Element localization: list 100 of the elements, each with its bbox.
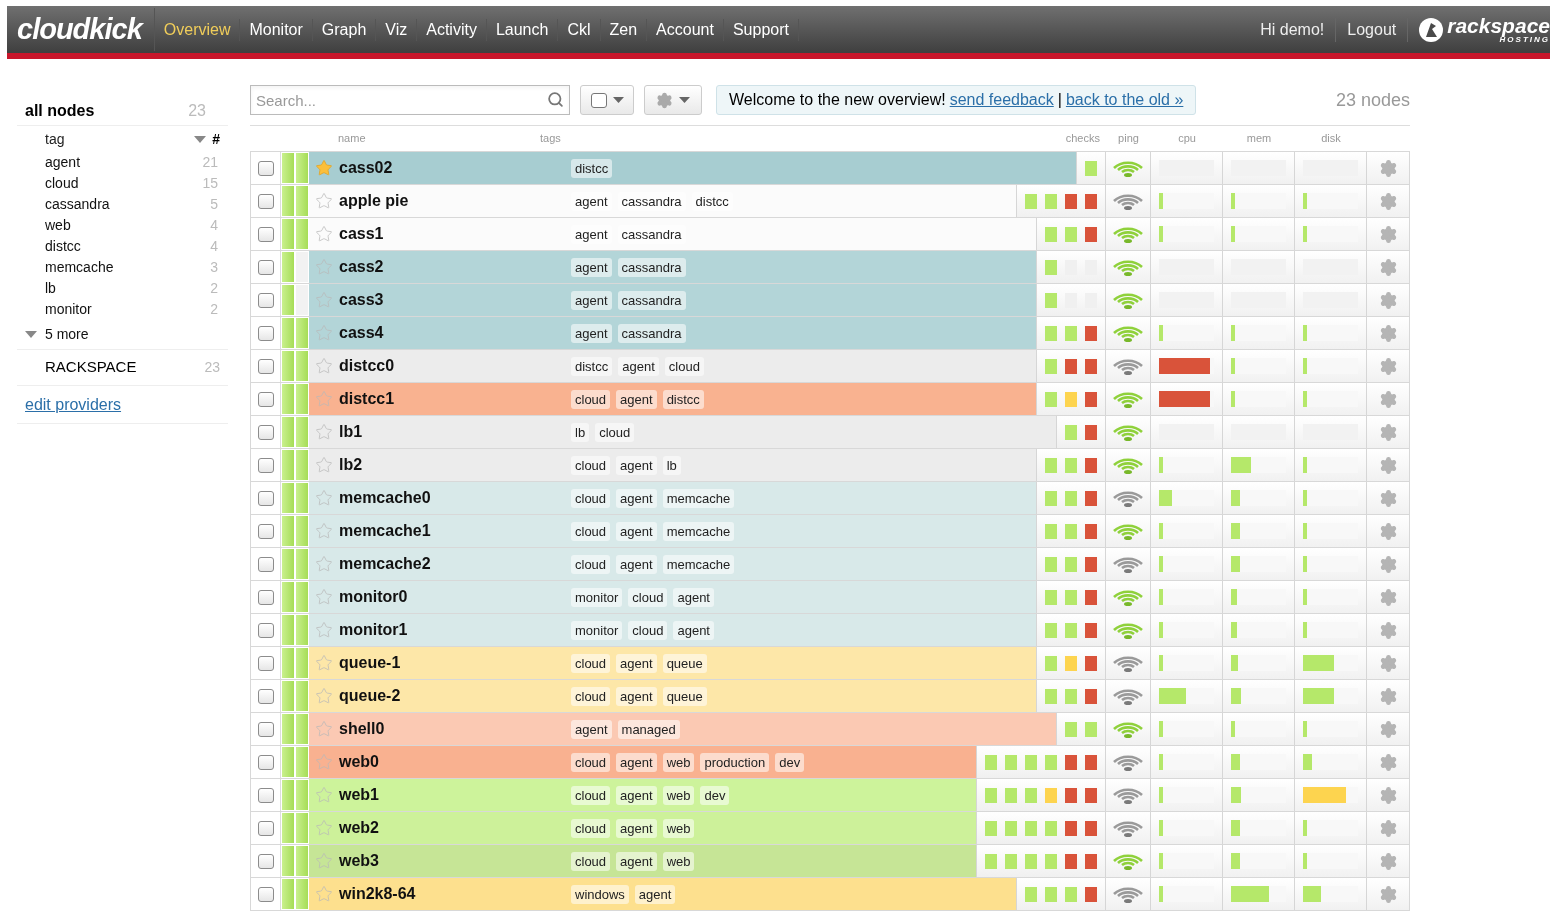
tag-chip[interactable]: windows — [571, 884, 629, 904]
star-icon[interactable] — [315, 423, 333, 441]
tag-chip[interactable]: monitor — [571, 587, 623, 607]
tag-chip[interactable]: production — [700, 752, 770, 772]
check-status[interactable] — [1045, 787, 1057, 803]
settings-icon[interactable] — [1378, 653, 1398, 673]
row-checkbox[interactable] — [257, 655, 274, 671]
check-status[interactable] — [1085, 424, 1097, 440]
star-icon[interactable] — [315, 159, 333, 177]
sort-caret-icon[interactable] — [194, 135, 207, 143]
tag-filter-item[interactable]: monitor — [45, 299, 92, 320]
node-name[interactable]: cass3 — [339, 288, 571, 312]
check-status[interactable] — [1005, 754, 1017, 770]
tag-filter-item[interactable]: memcache — [45, 257, 114, 278]
check-status[interactable] — [985, 820, 997, 836]
node-name[interactable]: distcc0 — [339, 354, 571, 378]
check-status[interactable] — [1025, 754, 1037, 770]
row-checkbox[interactable] — [257, 787, 274, 803]
check-status[interactable] — [1085, 853, 1097, 869]
row-checkbox[interactable] — [257, 490, 274, 506]
node-name[interactable]: shell0 — [339, 717, 571, 741]
tag-chip[interactable]: cloud — [571, 818, 611, 838]
node-name[interactable]: web0 — [339, 750, 571, 774]
check-status[interactable] — [1065, 490, 1077, 506]
settings-icon[interactable] — [1378, 554, 1398, 574]
check-status[interactable] — [1085, 556, 1097, 572]
node-name[interactable]: memcache0 — [339, 486, 571, 510]
settings-icon[interactable] — [1378, 587, 1398, 607]
star-icon[interactable] — [315, 654, 333, 672]
check-status[interactable] — [1065, 589, 1077, 605]
check-status[interactable] — [1085, 523, 1097, 539]
settings-icon[interactable] — [1378, 620, 1398, 640]
check-status[interactable] — [1045, 754, 1057, 770]
settings-icon[interactable] — [1378, 257, 1398, 277]
check-status[interactable] — [1065, 820, 1077, 836]
row-checkbox[interactable] — [257, 226, 274, 242]
row-checkbox[interactable] — [257, 457, 274, 473]
check-status[interactable] — [1025, 193, 1037, 209]
tag-filter-item[interactable]: lb — [45, 278, 56, 299]
check-status[interactable] — [1065, 688, 1077, 704]
tag-chip[interactable]: cloud — [571, 653, 611, 673]
tag-chip[interactable]: cloud — [628, 587, 668, 607]
star-icon[interactable] — [315, 225, 333, 243]
tag-chip[interactable]: cloud — [664, 356, 704, 376]
check-status[interactable] — [1085, 721, 1097, 737]
node-name[interactable]: queue-2 — [339, 684, 571, 708]
check-status[interactable] — [1045, 358, 1057, 374]
row-checkbox[interactable] — [257, 391, 274, 407]
nav-tab[interactable]: Viz — [376, 18, 418, 41]
settings-icon[interactable] — [1378, 752, 1398, 772]
nav-tab[interactable]: Launch — [486, 18, 559, 41]
check-status[interactable] — [1065, 622, 1077, 638]
check-status[interactable] — [1085, 193, 1097, 209]
node-name[interactable]: apple pie — [339, 189, 571, 213]
check-status[interactable] — [985, 853, 997, 869]
app-logo[interactable]: cloudkick — [7, 7, 155, 52]
node-name[interactable]: distcc1 — [339, 387, 571, 411]
tag-chip[interactable]: cloud — [571, 851, 611, 871]
check-status[interactable] — [1025, 853, 1037, 869]
check-status[interactable] — [1005, 787, 1017, 803]
check-status[interactable] — [1065, 787, 1077, 803]
node-name[interactable]: web2 — [339, 816, 571, 840]
star-icon[interactable] — [315, 786, 333, 804]
node-name[interactable]: monitor0 — [339, 585, 571, 609]
nav-tab[interactable]: Monitor — [240, 18, 313, 41]
check-status[interactable] — [1085, 490, 1097, 506]
check-status[interactable] — [1045, 523, 1057, 539]
check-status[interactable] — [1085, 787, 1097, 803]
search-field[interactable]: Search... — [250, 85, 570, 115]
tag-chip[interactable]: agent — [616, 752, 657, 772]
tag-chip[interactable]: managed — [617, 719, 680, 739]
check-status[interactable] — [1085, 325, 1097, 341]
check-status[interactable] — [1085, 226, 1097, 242]
check-status[interactable] — [1065, 358, 1077, 374]
check-status[interactable] — [1005, 820, 1017, 836]
row-checkbox[interactable] — [257, 424, 274, 440]
nav-tab[interactable]: Account — [647, 18, 724, 41]
node-name[interactable]: cass4 — [339, 321, 571, 345]
tag-chip[interactable]: agent — [634, 884, 676, 904]
check-status[interactable] — [1045, 325, 1057, 341]
star-icon[interactable] — [315, 687, 333, 705]
tag-chip[interactable]: cloud — [628, 620, 668, 640]
tag-chip[interactable]: agent — [673, 620, 714, 640]
check-status[interactable] — [1065, 556, 1077, 572]
check-status[interactable] — [1065, 325, 1077, 341]
tag-chip[interactable]: agent — [571, 257, 612, 277]
tag-chip[interactable]: dev — [700, 785, 730, 805]
node-name[interactable]: lb1 — [339, 420, 571, 444]
tag-chip[interactable]: cloud — [595, 422, 635, 442]
settings-icon[interactable] — [1378, 818, 1398, 838]
tag-chip[interactable]: distcc — [571, 158, 613, 178]
tag-column-header[interactable]: tag — [45, 128, 65, 150]
check-status[interactable] — [1085, 358, 1097, 374]
tag-chip[interactable]: memcache — [662, 554, 735, 574]
tag-chip[interactable]: web — [662, 851, 695, 871]
star-icon[interactable] — [315, 819, 333, 837]
check-status[interactable] — [1065, 226, 1077, 242]
check-status[interactable] — [1085, 820, 1097, 836]
check-status[interactable] — [1085, 754, 1097, 770]
check-status[interactable] — [1045, 688, 1057, 704]
